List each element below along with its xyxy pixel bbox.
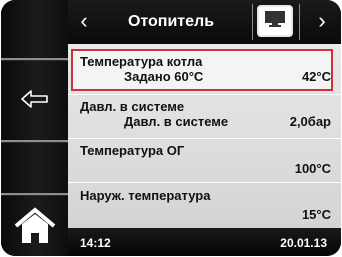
status-date: 20.01.13 [280, 236, 327, 250]
chevron-left-icon: ‹ [80, 8, 88, 33]
row-label: Температура ОГ [80, 143, 185, 158]
sidebar-divider [1, 193, 68, 196]
prev-button[interactable]: ‹ [74, 8, 94, 34]
home-button[interactable] [1, 200, 68, 256]
row-sublabel: Давл. в системе [124, 114, 229, 129]
list-item-flue-gas-temp[interactable]: Температура ОГ 100°C [68, 139, 341, 182]
header-bar: ‹ Отопитель › [68, 0, 341, 44]
device-screen: ‹ Отопитель › Температура котла Задано 6… [1, 0, 341, 256]
list-item-system-pressure[interactable]: Давл. в системе Давл. в системе 2,0бар [68, 95, 341, 138]
row-label: Давл. в системе [80, 99, 185, 114]
row-label: Наруж. температура [80, 188, 211, 203]
row-setpoint: Задано 60°C [124, 69, 204, 84]
row-value: 42°C [301, 69, 331, 84]
list-item-outdoor-temp[interactable]: Наруж. температура 15°C [68, 183, 341, 228]
header-divider [299, 4, 300, 40]
sidebar [1, 0, 68, 256]
row-value: 15°C [301, 207, 331, 222]
status-time: 14:12 [80, 236, 111, 250]
page-title: Отопитель [127, 13, 215, 30]
row-value: 2,0бар [289, 114, 331, 129]
next-button[interactable]: › [312, 8, 332, 34]
list-item-boiler-temp[interactable]: Температура котла Задано 60°C 42°C [68, 44, 341, 94]
back-button[interactable] [1, 72, 68, 130]
monitor-icon [264, 10, 286, 33]
status-bar: 14:12 20.01.13 [68, 228, 341, 256]
screen-button[interactable] [257, 5, 293, 37]
chevron-right-icon: › [318, 8, 326, 33]
sidebar-divider [1, 140, 68, 143]
parameter-list: Температура котла Задано 60°C 42°C Давл.… [68, 44, 341, 228]
home-icon [13, 206, 57, 250]
header-divider [252, 4, 253, 40]
row-label: Температура котла [80, 54, 203, 69]
sidebar-divider [1, 58, 68, 61]
row-value: 100°C [294, 161, 331, 176]
back-arrow-icon [20, 89, 50, 114]
